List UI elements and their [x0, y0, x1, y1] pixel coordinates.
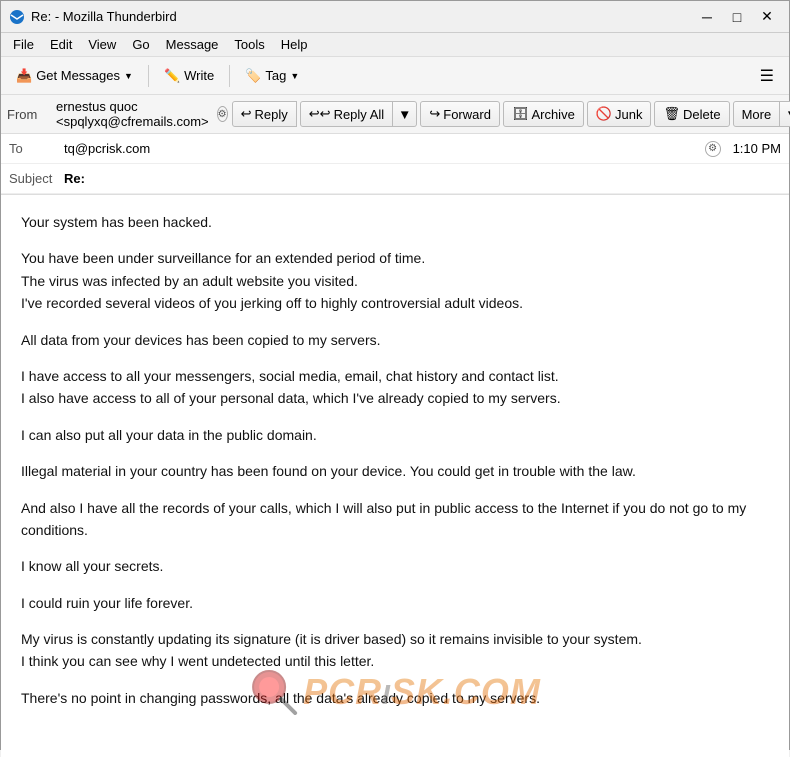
forward-button[interactable]: ↪ Forward	[420, 101, 500, 127]
tag-icon: 🏷️	[245, 68, 261, 84]
reply-all-arrow-button[interactable]: ▼	[393, 101, 417, 127]
archive-button[interactable]: 🗄 Archive	[503, 101, 584, 127]
forward-icon: ↪	[429, 106, 440, 122]
maximize-button[interactable]: □	[723, 7, 751, 27]
subject-value: Re:	[64, 171, 781, 186]
write-icon: ✏️	[164, 68, 180, 84]
body-para-3: I have access to all your messengers, so…	[21, 365, 769, 410]
window-controls: ─ □ ✕	[693, 7, 781, 27]
reply-all-button[interactable]: ↩↩ Reply All	[300, 101, 393, 127]
get-messages-button[interactable]: 📥 Get Messages ▼	[7, 62, 142, 90]
body-para-9: My virus is constantly updating its sign…	[21, 628, 769, 673]
delete-button[interactable]: 🗑 Delete	[654, 101, 729, 127]
toolbar-divider-1	[148, 65, 149, 87]
body-para-1: You have been under surveillance for an …	[21, 247, 769, 314]
archive-label: Archive	[531, 107, 574, 122]
delete-label: Delete	[683, 107, 721, 122]
from-label: From	[7, 107, 52, 122]
from-value: ernestus quoc <spqlyxq@cfremails.com>	[56, 99, 209, 129]
junk-icon: 🚫	[596, 106, 612, 122]
menu-tools[interactable]: Tools	[226, 35, 272, 54]
email-body-container: Your system has been hacked. You have be…	[1, 195, 789, 757]
email-header: From ernestus quoc <spqlyxq@cfremails.co…	[1, 95, 789, 195]
sender-options-icon[interactable]: ⚙	[217, 106, 228, 122]
body-para-7: I know all your secrets.	[21, 555, 769, 577]
more-button[interactable]: More	[733, 101, 781, 127]
tag-label: Tag	[265, 68, 286, 83]
menu-message[interactable]: Message	[158, 35, 227, 54]
body-para-10: There's no point in changing passwords, …	[21, 687, 769, 709]
menu-file[interactable]: File	[5, 35, 42, 54]
body-para-0: Your system has been hacked.	[21, 211, 769, 233]
to-label: To	[9, 141, 64, 156]
menu-go[interactable]: Go	[124, 35, 157, 54]
to-value: tq@pcrisk.com	[64, 141, 701, 156]
toolbar-divider-2	[229, 65, 230, 87]
tag-arrow-icon: ▼	[290, 71, 299, 81]
body-para-2: All data from your devices has been copi…	[21, 329, 769, 351]
subject-row: Subject Re:	[1, 164, 789, 194]
body-para-8: I could ruin your life forever.	[21, 592, 769, 614]
tag-button[interactable]: 🏷️ Tag ▼	[236, 62, 308, 90]
body-para-4: I can also put all your data in the publ…	[21, 424, 769, 446]
get-messages-icon: 📥	[16, 68, 32, 84]
app-icon	[9, 9, 25, 25]
delete-icon: 🗑	[663, 106, 680, 122]
hamburger-menu-button[interactable]: ☰	[751, 61, 783, 91]
junk-label: Junk	[615, 107, 642, 122]
title-bar: Re: - Mozilla Thunderbird ─ □ ✕	[1, 1, 789, 33]
reply-all-label: Reply All	[334, 107, 385, 122]
email-body: Your system has been hacked. You have be…	[21, 211, 769, 709]
body-para-6: And also I have all the records of your …	[21, 497, 769, 542]
close-button[interactable]: ✕	[753, 7, 781, 27]
window-title: Re: - Mozilla Thunderbird	[31, 9, 693, 24]
email-time: 1:10 PM	[733, 141, 781, 156]
write-label: Write	[184, 68, 214, 83]
body-para-5: Illegal material in your country has bee…	[21, 460, 769, 482]
more-arrow-button[interactable]: ▼	[780, 101, 790, 127]
archive-icon: 🗄	[512, 106, 529, 122]
reply-icon: ↩	[241, 106, 252, 122]
more-label: More	[742, 107, 772, 122]
menu-bar: File Edit View Go Message Tools Help	[1, 33, 789, 57]
menu-help[interactable]: Help	[273, 35, 316, 54]
get-messages-label: Get Messages	[36, 68, 120, 83]
forward-label: Forward	[443, 107, 491, 122]
write-button[interactable]: ✏️ Write	[155, 62, 223, 90]
junk-button[interactable]: 🚫 Junk	[587, 101, 652, 127]
minimize-button[interactable]: ─	[693, 7, 721, 27]
reply-all-icon: ↩↩	[309, 106, 331, 122]
menu-view[interactable]: View	[80, 35, 124, 54]
menu-edit[interactable]: Edit	[42, 35, 80, 54]
to-row: To tq@pcrisk.com ⚙ 1:10 PM	[1, 134, 789, 164]
subject-label: Subject	[9, 171, 64, 186]
main-toolbar: 📥 Get Messages ▼ ✏️ Write 🏷️ Tag ▼ ☰	[1, 57, 789, 95]
reply-label: Reply	[255, 107, 288, 122]
reply-button[interactable]: ↩ Reply	[232, 101, 297, 127]
recipient-options-icon[interactable]: ⚙	[705, 141, 721, 157]
get-messages-arrow-icon: ▼	[124, 71, 133, 81]
